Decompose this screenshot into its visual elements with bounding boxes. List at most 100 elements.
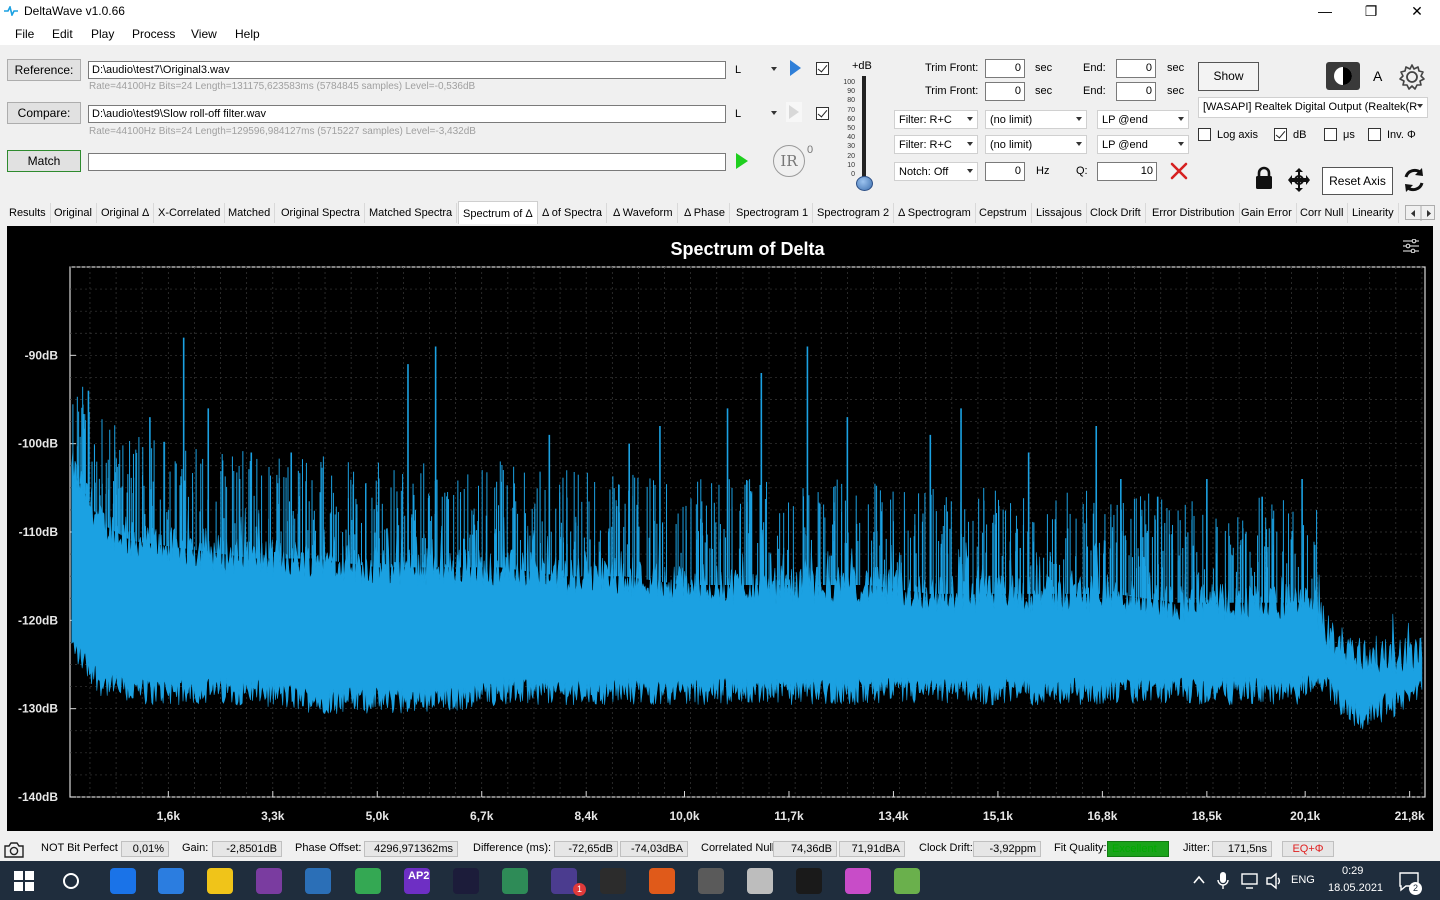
tab-scroll-right-icon[interactable] xyxy=(1427,210,1431,217)
tab-delta-phase[interactable]: Δ Phase xyxy=(680,203,730,223)
limit1-select[interactable]: (no limit) xyxy=(985,110,1087,129)
spectrum-chart[interactable]: Spectrum of Delta 1,6k 3,3k 5,0k 6,7k 8,4k 10,… xyxy=(7,226,1433,831)
microphone-icon[interactable] xyxy=(1216,871,1230,891)
tab-original-delta[interactable]: Original Δ xyxy=(97,203,155,223)
compare-button[interactable]: Compare: xyxy=(7,102,81,124)
tab-error-distribution[interactable]: Error Distribution xyxy=(1148,203,1240,223)
reference-button[interactable]: Reference: xyxy=(7,59,81,81)
language-indicator[interactable]: ENG xyxy=(1291,874,1315,886)
theme-toggle-button[interactable] xyxy=(1326,62,1360,90)
chart-settings-icon[interactable] xyxy=(1403,239,1419,253)
tab-scroll-left-icon[interactable] xyxy=(1411,210,1415,217)
notch-hz-input[interactable]: 0 xyxy=(985,162,1025,181)
taskbar-app-icon[interactable] xyxy=(110,868,136,894)
eq-phase-badge[interactable]: EQ+Φ xyxy=(1282,841,1334,857)
menu-play[interactable]: Play xyxy=(91,27,114,41)
taskbar-app-icon[interactable] xyxy=(796,868,822,894)
refresh-icon[interactable] xyxy=(1401,166,1427,194)
lp1-select[interactable]: LP @end xyxy=(1097,110,1189,129)
play-match-icon[interactable] xyxy=(735,152,749,170)
clock-time[interactable]: 0:29 xyxy=(1342,865,1363,877)
a-weighting-label[interactable]: A xyxy=(1373,68,1382,84)
tray-chevron-icon[interactable] xyxy=(1192,875,1206,885)
tab-lissajous[interactable]: Lissajous xyxy=(1032,203,1087,223)
network-icon[interactable] xyxy=(1240,872,1260,890)
compare-checkbox[interactable] xyxy=(816,107,829,120)
tab-x-correlated[interactable]: X-Correlated xyxy=(154,203,226,223)
notch-select[interactable]: Notch: Off xyxy=(894,162,978,181)
play-reference-icon[interactable] xyxy=(788,59,802,77)
menu-file[interactable]: File xyxy=(15,27,34,41)
tab-matched[interactable]: Matched xyxy=(224,203,276,223)
taskbar-app-icon[interactable] xyxy=(305,868,331,894)
tab-original-spectra[interactable]: Original Spectra xyxy=(277,203,365,223)
log-axis-checkbox[interactable] xyxy=(1198,128,1211,141)
ir-button[interactable]: IR xyxy=(773,145,805,177)
tab-spectrum-of-delta[interactable]: Spectrum of Δ xyxy=(458,201,538,224)
clear-filter-icon[interactable] xyxy=(1169,161,1189,181)
match-button[interactable]: Match xyxy=(7,150,81,172)
taskbar-app-icon[interactable] xyxy=(158,868,184,894)
show-button[interactable]: Show xyxy=(1198,62,1259,91)
minimize-button[interactable]: — xyxy=(1302,0,1348,23)
volume-slider-track[interactable] xyxy=(862,76,866,184)
windows-start-icon[interactable] xyxy=(14,871,34,891)
ref-trim-end-input[interactable]: 0 xyxy=(1116,59,1156,78)
taskbar-app-icon[interactable] xyxy=(207,868,233,894)
output-device-select[interactable]: [WASAPI] Realtek Digital Output (Realtek… xyxy=(1198,97,1428,118)
volume-icon[interactable] xyxy=(1265,871,1283,891)
tab-spectrogram-1[interactable]: Spectrogram 1 xyxy=(732,203,814,223)
reset-axis-button[interactable]: Reset Axis xyxy=(1322,167,1393,195)
camera-icon[interactable] xyxy=(3,841,25,859)
taskbar-app-icon[interactable] xyxy=(894,868,920,894)
tab-gain-error[interactable]: Gain Error xyxy=(1237,203,1297,223)
filter2-select[interactable]: Filter: R+C xyxy=(894,135,978,154)
gear-icon[interactable] xyxy=(1398,63,1426,91)
filter1-select[interactable]: Filter: R+C xyxy=(894,110,978,129)
tab-cepstrum[interactable]: Cepstrum xyxy=(975,203,1032,223)
taskbar-app-icon[interactable] xyxy=(649,868,675,894)
reference-channel-select[interactable]: L xyxy=(731,61,781,79)
tab-delta-of-spectra[interactable]: Δ of Spectra xyxy=(538,203,607,223)
menu-edit[interactable]: Edit xyxy=(52,27,73,41)
tab-delta-waveform[interactable]: Δ Waveform xyxy=(609,203,678,223)
play-compare-icon[interactable] xyxy=(786,102,802,122)
tab-delta-spectrogram[interactable]: Δ Spectrogram xyxy=(894,203,976,223)
inv-phase-checkbox[interactable] xyxy=(1368,128,1381,141)
maximize-button[interactable]: ❐ xyxy=(1348,0,1394,23)
db-checkbox[interactable] xyxy=(1274,128,1287,141)
taskbar-app-icon[interactable] xyxy=(256,868,282,894)
search-icon[interactable] xyxy=(61,871,81,891)
cmp-trim-front-input[interactable]: 0 xyxy=(985,82,1025,101)
tab-original[interactable]: Original xyxy=(50,203,97,223)
close-button[interactable]: ✕ xyxy=(1394,0,1440,23)
pan-icon[interactable] xyxy=(1285,166,1313,194)
taskbar-app-icon[interactable] xyxy=(355,868,381,894)
taskbar-app-icon[interactable] xyxy=(747,868,773,894)
compare-path-field[interactable]: D:\audio\test9\Slow roll-off filter.wav xyxy=(88,105,726,123)
menu-process[interactable]: Process xyxy=(132,27,175,41)
menu-view[interactable]: View xyxy=(191,27,217,41)
tab-spectrogram-2[interactable]: Spectrogram 2 xyxy=(813,203,895,223)
taskbar-app-icon[interactable] xyxy=(502,868,528,894)
ref-trim-front-input[interactable]: 0 xyxy=(985,59,1025,78)
tab-results[interactable]: Results xyxy=(5,203,51,223)
volume-slider-thumb[interactable] xyxy=(856,176,873,191)
q-input[interactable]: 10 xyxy=(1097,162,1157,181)
taskbar-app-icon[interactable] xyxy=(453,868,479,894)
limit2-select[interactable]: (no limit) xyxy=(985,135,1087,154)
menu-help[interactable]: Help xyxy=(235,27,260,41)
taskbar-app-icon[interactable] xyxy=(600,868,626,894)
reference-checkbox[interactable] xyxy=(816,62,829,75)
tab-matched-spectra[interactable]: Matched Spectra xyxy=(365,203,458,223)
taskbar-app-icon[interactable] xyxy=(845,868,871,894)
tab-linearity[interactable]: Linearity xyxy=(1348,203,1399,223)
taskbar-app-icon[interactable] xyxy=(698,868,724,894)
tab-corr-null[interactable]: Corr Null xyxy=(1296,203,1349,223)
us-checkbox[interactable] xyxy=(1324,128,1337,141)
lp2-select[interactable]: LP @end xyxy=(1097,135,1189,154)
cmp-trim-end-input[interactable]: 0 xyxy=(1116,82,1156,101)
clock-date[interactable]: 18.05.2021 xyxy=(1328,882,1383,894)
lock-icon[interactable] xyxy=(1254,166,1274,190)
compare-channel-select[interactable]: L xyxy=(731,105,781,123)
